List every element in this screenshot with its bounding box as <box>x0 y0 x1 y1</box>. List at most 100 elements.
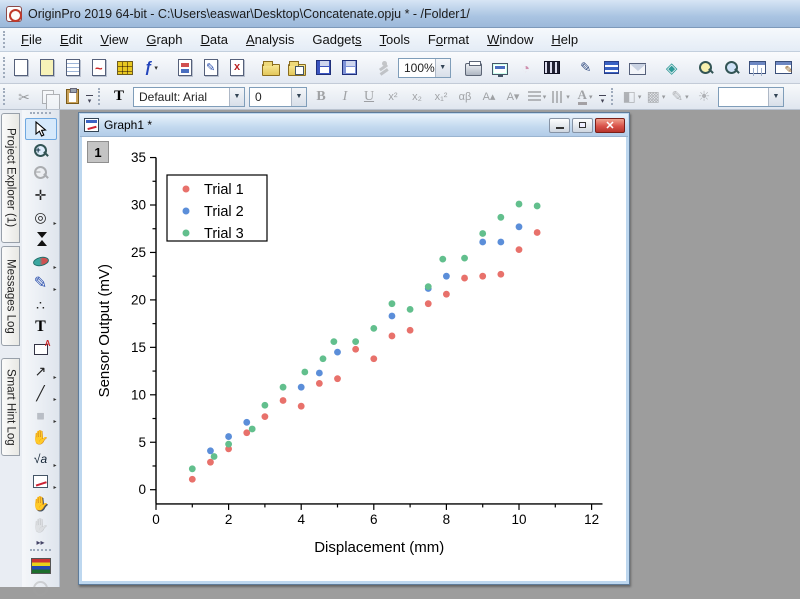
paste-icon <box>66 89 79 104</box>
subscript-button: x₂ <box>406 86 428 107</box>
menu-gadgets[interactable]: Gadgets <box>303 29 370 50</box>
open-template-button[interactable] <box>285 56 309 80</box>
pointer-tool[interactable] <box>25 118 57 140</box>
app-titlebar[interactable]: OriginPro 2019 64-bit - C:\Users\easwar\… <box>0 0 800 28</box>
scatter-point <box>334 349 341 356</box>
font-tool-button[interactable]: T <box>108 86 130 107</box>
size-combo[interactable]: 0▼ <box>249 87 307 107</box>
make-movie-button[interactable] <box>540 56 564 80</box>
legend-label: Trial 2 <box>204 204 244 220</box>
new-layout-button[interactable] <box>173 56 197 80</box>
mask-tool[interactable]: ▸ <box>25 250 57 272</box>
menubar-grip[interactable] <box>3 31 9 47</box>
new-function-button[interactable]: ƒ▾ <box>139 56 163 80</box>
scatter-point <box>262 413 269 420</box>
zoom-combo[interactable]: 100%▼ <box>398 58 451 78</box>
graph-child-window[interactable]: Graph1 * ✕ 1 02468101205101520253035Disp… <box>78 112 630 585</box>
docked-panel-tabstrip: Project Explorer (1) Messages Log Smart … <box>0 110 22 587</box>
menu-data[interactable]: Data <box>191 29 236 50</box>
arrow-tool[interactable]: ↗▸ <box>25 360 57 382</box>
scatter-point <box>262 402 269 409</box>
x-tick-label: 10 <box>511 512 526 527</box>
line-tool[interactable]: ╱▸ <box>25 382 57 404</box>
command-window-button[interactable] <box>772 56 796 80</box>
cluster-tool[interactable]: ∴ <box>25 294 57 316</box>
legend[interactable]: Trial 1Trial 2Trial 3 <box>167 175 267 242</box>
arrange-layers-button[interactable] <box>600 56 624 80</box>
find-button[interactable] <box>694 56 718 80</box>
open-button[interactable] <box>259 56 283 80</box>
new-graph-button[interactable] <box>87 56 111 80</box>
command-window-icon <box>775 61 792 74</box>
paste-button[interactable] <box>61 86 83 107</box>
data-selector-tool[interactable] <box>25 228 57 250</box>
clipboard-toolbar-options-button[interactable]: ▾ <box>84 86 95 108</box>
new-folder-button[interactable] <box>35 56 59 80</box>
new-project-button[interactable] <box>9 56 33 80</box>
data-reader-tool[interactable]: ✛ <box>25 184 57 206</box>
menu-help[interactable]: Help <box>542 29 587 50</box>
tools-toolbar-expand-button[interactable]: ▸▸ <box>28 538 54 547</box>
send-graph-email-button[interactable] <box>626 56 650 80</box>
menu-tools[interactable]: Tools <box>371 29 419 50</box>
rescale-tool[interactable]: ✋ <box>25 492 57 514</box>
line-style-combo-dropdown-icon[interactable]: ▼ <box>768 88 783 106</box>
close-button[interactable]: ✕ <box>595 118 625 133</box>
restore-button[interactable] <box>572 118 593 133</box>
menu-view[interactable]: View <box>91 29 137 50</box>
line-style-combo[interactable]: ▼ <box>718 87 784 107</box>
scatter-plot[interactable]: 02468101205101520253035Displacement (mm)… <box>82 137 626 577</box>
toolbar-grip[interactable] <box>611 88 617 106</box>
fill-color-icon: ◧ <box>623 88 636 105</box>
draw-data-tool[interactable]: ✎▸ <box>25 272 57 294</box>
vertical-text-icon <box>552 91 564 103</box>
scale-in-tool[interactable]: + <box>25 140 57 162</box>
insert-graph-tool[interactable]: ▸ <box>25 470 57 492</box>
minimize-button[interactable] <box>549 118 570 133</box>
format-brush-button[interactable]: ✎ <box>574 56 598 80</box>
format-toolbar-options-button[interactable]: ▾ <box>597 86 608 108</box>
screen-reader-tool[interactable]: ◎▸ <box>25 206 57 228</box>
find-in-graph-icon <box>724 60 740 76</box>
series-trial-1[interactable] <box>189 229 541 483</box>
script-window-button[interactable] <box>746 56 770 80</box>
font-combo[interactable]: Default: Arial▼ <box>133 87 245 107</box>
new-excel-button[interactable] <box>225 56 249 80</box>
save-project-button[interactable] <box>311 56 335 80</box>
color-list-button[interactable] <box>25 555 57 577</box>
rectangle-tool[interactable]: ■▸ <box>25 404 57 426</box>
equation-tool[interactable]: √a▸ <box>25 448 57 470</box>
toolbar-grip[interactable] <box>98 88 104 106</box>
new-notes-button[interactable] <box>199 56 223 80</box>
find-in-graph-button[interactable] <box>720 56 744 80</box>
tab-smart-hint-log[interactable]: Smart Hint Log <box>1 358 20 456</box>
toolbar-grip[interactable] <box>3 88 9 106</box>
new-workbook-button[interactable] <box>61 56 85 80</box>
scatter-point <box>443 291 450 298</box>
graph-window-titlebar[interactable]: Graph1 * ✕ <box>80 114 628 137</box>
slideshow-button[interactable] <box>488 56 512 80</box>
menu-file[interactable]: File <box>12 29 51 50</box>
tab-messages-log[interactable]: Messages Log <box>1 246 20 346</box>
print-button[interactable] <box>462 56 486 80</box>
menu-window[interactable]: Window <box>478 29 542 50</box>
menu-format[interactable]: Format <box>419 29 478 50</box>
annotation-tool[interactable] <box>25 338 57 360</box>
graph-page[interactable]: 1 02468101205101520253035Displacement (m… <box>82 137 626 581</box>
text-tool[interactable]: T <box>25 316 57 338</box>
series-trial-2[interactable] <box>207 223 522 454</box>
size-combo-dropdown-icon[interactable]: ▼ <box>291 88 306 106</box>
menu-analysis[interactable]: Analysis <box>237 29 303 50</box>
save-template-button[interactable] <box>337 56 361 80</box>
font-combo-dropdown-icon[interactable]: ▼ <box>229 88 244 106</box>
tab-project-explorer[interactable]: Project Explorer (1) <box>1 113 20 243</box>
new-matrix-button[interactable] <box>113 56 137 80</box>
pan-tool[interactable]: ✋ <box>25 426 57 448</box>
project-explorer-button[interactable]: ◈ <box>660 56 684 80</box>
legend-symbol <box>183 208 190 215</box>
menu-edit[interactable]: Edit <box>51 29 91 50</box>
zoom-combo-dropdown-icon[interactable]: ▼ <box>435 59 450 77</box>
toolbar-grip[interactable] <box>3 57 5 79</box>
menu-graph[interactable]: Graph <box>137 29 191 50</box>
send-to-powerpoint-button[interactable]: ◔ <box>514 56 538 80</box>
